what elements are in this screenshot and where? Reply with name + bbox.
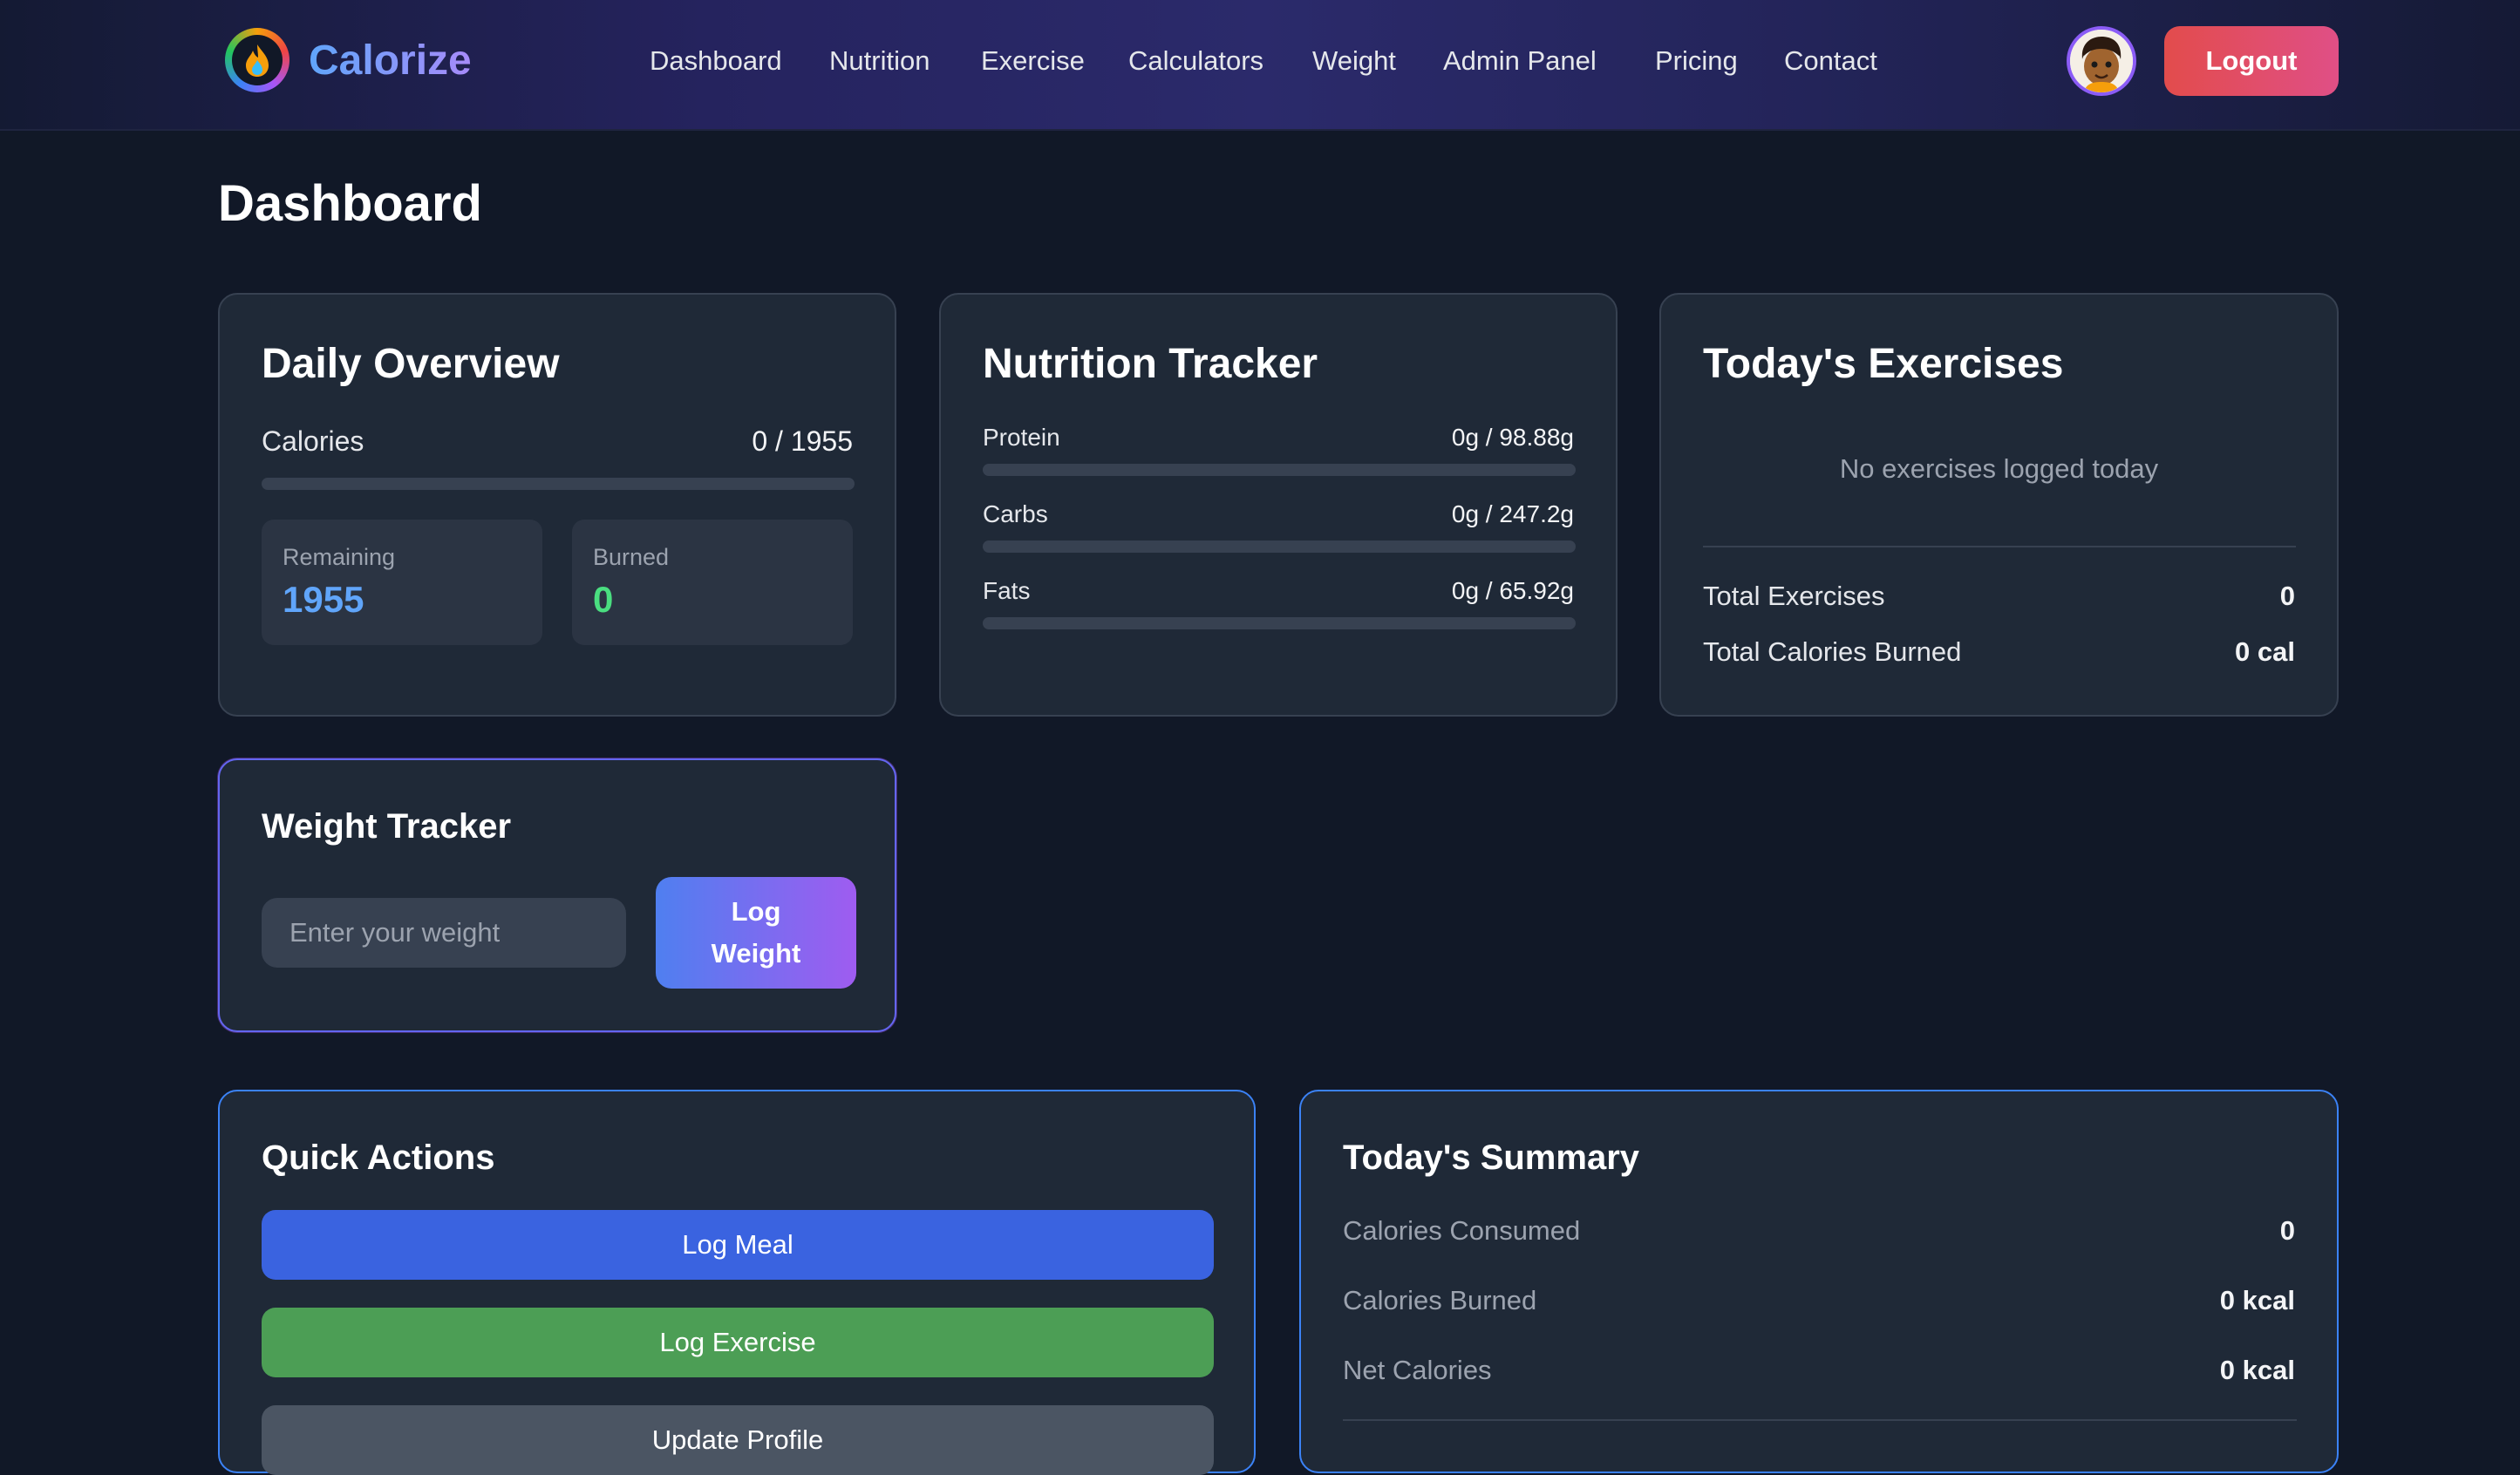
total-calories-burned-label: Total Calories Burned (1703, 636, 1962, 667)
carbs-progress-bar (983, 540, 1576, 553)
nav-link-contact[interactable]: Contact (1784, 44, 1877, 78)
log-meal-button[interactable]: Log Meal (262, 1210, 1214, 1280)
daily-overview-card: Daily Overview Calories 0 / 1955 Remaini… (218, 293, 896, 717)
nav-link-dashboard[interactable]: Dashboard (650, 44, 782, 78)
calories-consumed-value: 0 (2279, 1215, 2295, 1246)
logout-button[interactable]: Logout (2164, 26, 2339, 96)
total-exercises-label: Total Exercises (1703, 581, 1885, 611)
calories-burned-value: 0 kcal (2219, 1285, 2295, 1315)
nav-link-nutrition[interactable]: Nutrition (829, 44, 930, 78)
weight-input[interactable] (262, 898, 626, 968)
calories-value: 0 / 1955 (752, 425, 853, 457)
log-weight-button[interactable]: Log Weight (656, 877, 856, 989)
page-title: Dashboard (218, 175, 482, 232)
exercises-divider (1703, 546, 2296, 547)
calories-progress-bar (262, 478, 855, 490)
macro-value-fats: 0g / 65.92g (1451, 577, 1574, 604)
total-calories-burned-value: 0 cal (2235, 636, 2295, 667)
calories-burned-label: Calories Burned (1343, 1285, 1537, 1315)
protein-progress-bar (983, 464, 1576, 476)
remaining-value: 1955 (283, 579, 364, 620)
macro-label-fats: Fats (983, 577, 1031, 604)
burned-tile: Burned 0 (572, 520, 853, 645)
todays-summary-card: Today's Summary Calories Consumed 0 Calo… (1299, 1090, 2339, 1473)
macro-value-protein: 0g / 98.88g (1451, 424, 1574, 451)
macro-value-carbs: 0g / 247.2g (1451, 500, 1574, 527)
todays-summary-title: Today's Summary (1343, 1139, 1639, 1177)
calories-consumed-label: Calories Consumed (1343, 1215, 1581, 1246)
remaining-tile: Remaining 1955 (262, 520, 542, 645)
calories-label: Calories (262, 425, 364, 457)
log-exercise-button[interactable]: Log Exercise (262, 1308, 1214, 1377)
update-profile-button[interactable]: Update Profile (262, 1405, 1214, 1475)
weight-tracker-card: Weight Tracker Log Weight (218, 758, 896, 1032)
nav-link-exercise[interactable]: Exercise (981, 44, 1085, 78)
quick-actions-card: Quick Actions Log Meal Log Exercise Upda… (218, 1090, 1256, 1475)
macro-label-protein: Protein (983, 424, 1060, 451)
total-exercises-value: 0 (2279, 581, 2295, 611)
app-name: Calorize (309, 37, 472, 84)
brand[interactable]: Calorize (225, 28, 472, 92)
no-exercises-message: No exercises logged today (1839, 453, 2159, 484)
weight-tracker-title: Weight Tracker (262, 807, 512, 846)
burned-value: 0 (593, 579, 614, 620)
remaining-label: Remaining (283, 544, 396, 570)
todays-exercises-title: Today's Exercises (1703, 341, 2064, 387)
nutrition-tracker-title: Nutrition Tracker (983, 341, 1318, 387)
nav-link-admin-panel[interactable]: Admin Panel (1443, 44, 1597, 78)
net-calories-value: 0 kcal (2219, 1355, 2295, 1385)
top-navbar: Calorize Dashboard Nutrition Exercise Ca… (0, 0, 2520, 131)
burned-label: Burned (593, 544, 670, 570)
fats-progress-bar (983, 617, 1576, 629)
summary-divider (1343, 1419, 2297, 1421)
net-calories-label: Net Calories (1343, 1355, 1492, 1385)
daily-overview-title: Daily Overview (262, 341, 560, 387)
avatar-face-icon (2070, 30, 2133, 92)
app-logo-icon (225, 28, 289, 92)
macro-label-carbs: Carbs (983, 500, 1048, 527)
user-avatar[interactable] (2067, 26, 2136, 96)
nav-link-pricing[interactable]: Pricing (1655, 44, 1738, 78)
nav-link-calculators[interactable]: Calculators (1128, 44, 1263, 78)
quick-actions-title: Quick Actions (262, 1139, 495, 1177)
flame-icon (246, 44, 269, 77)
nav-link-weight[interactable]: Weight (1312, 44, 1396, 78)
todays-exercises-card: Today's Exercises No exercises logged to… (1659, 293, 2339, 717)
nutrition-tracker-card: Nutrition Tracker Protein 0g / 98.88g Ca… (939, 293, 1618, 717)
